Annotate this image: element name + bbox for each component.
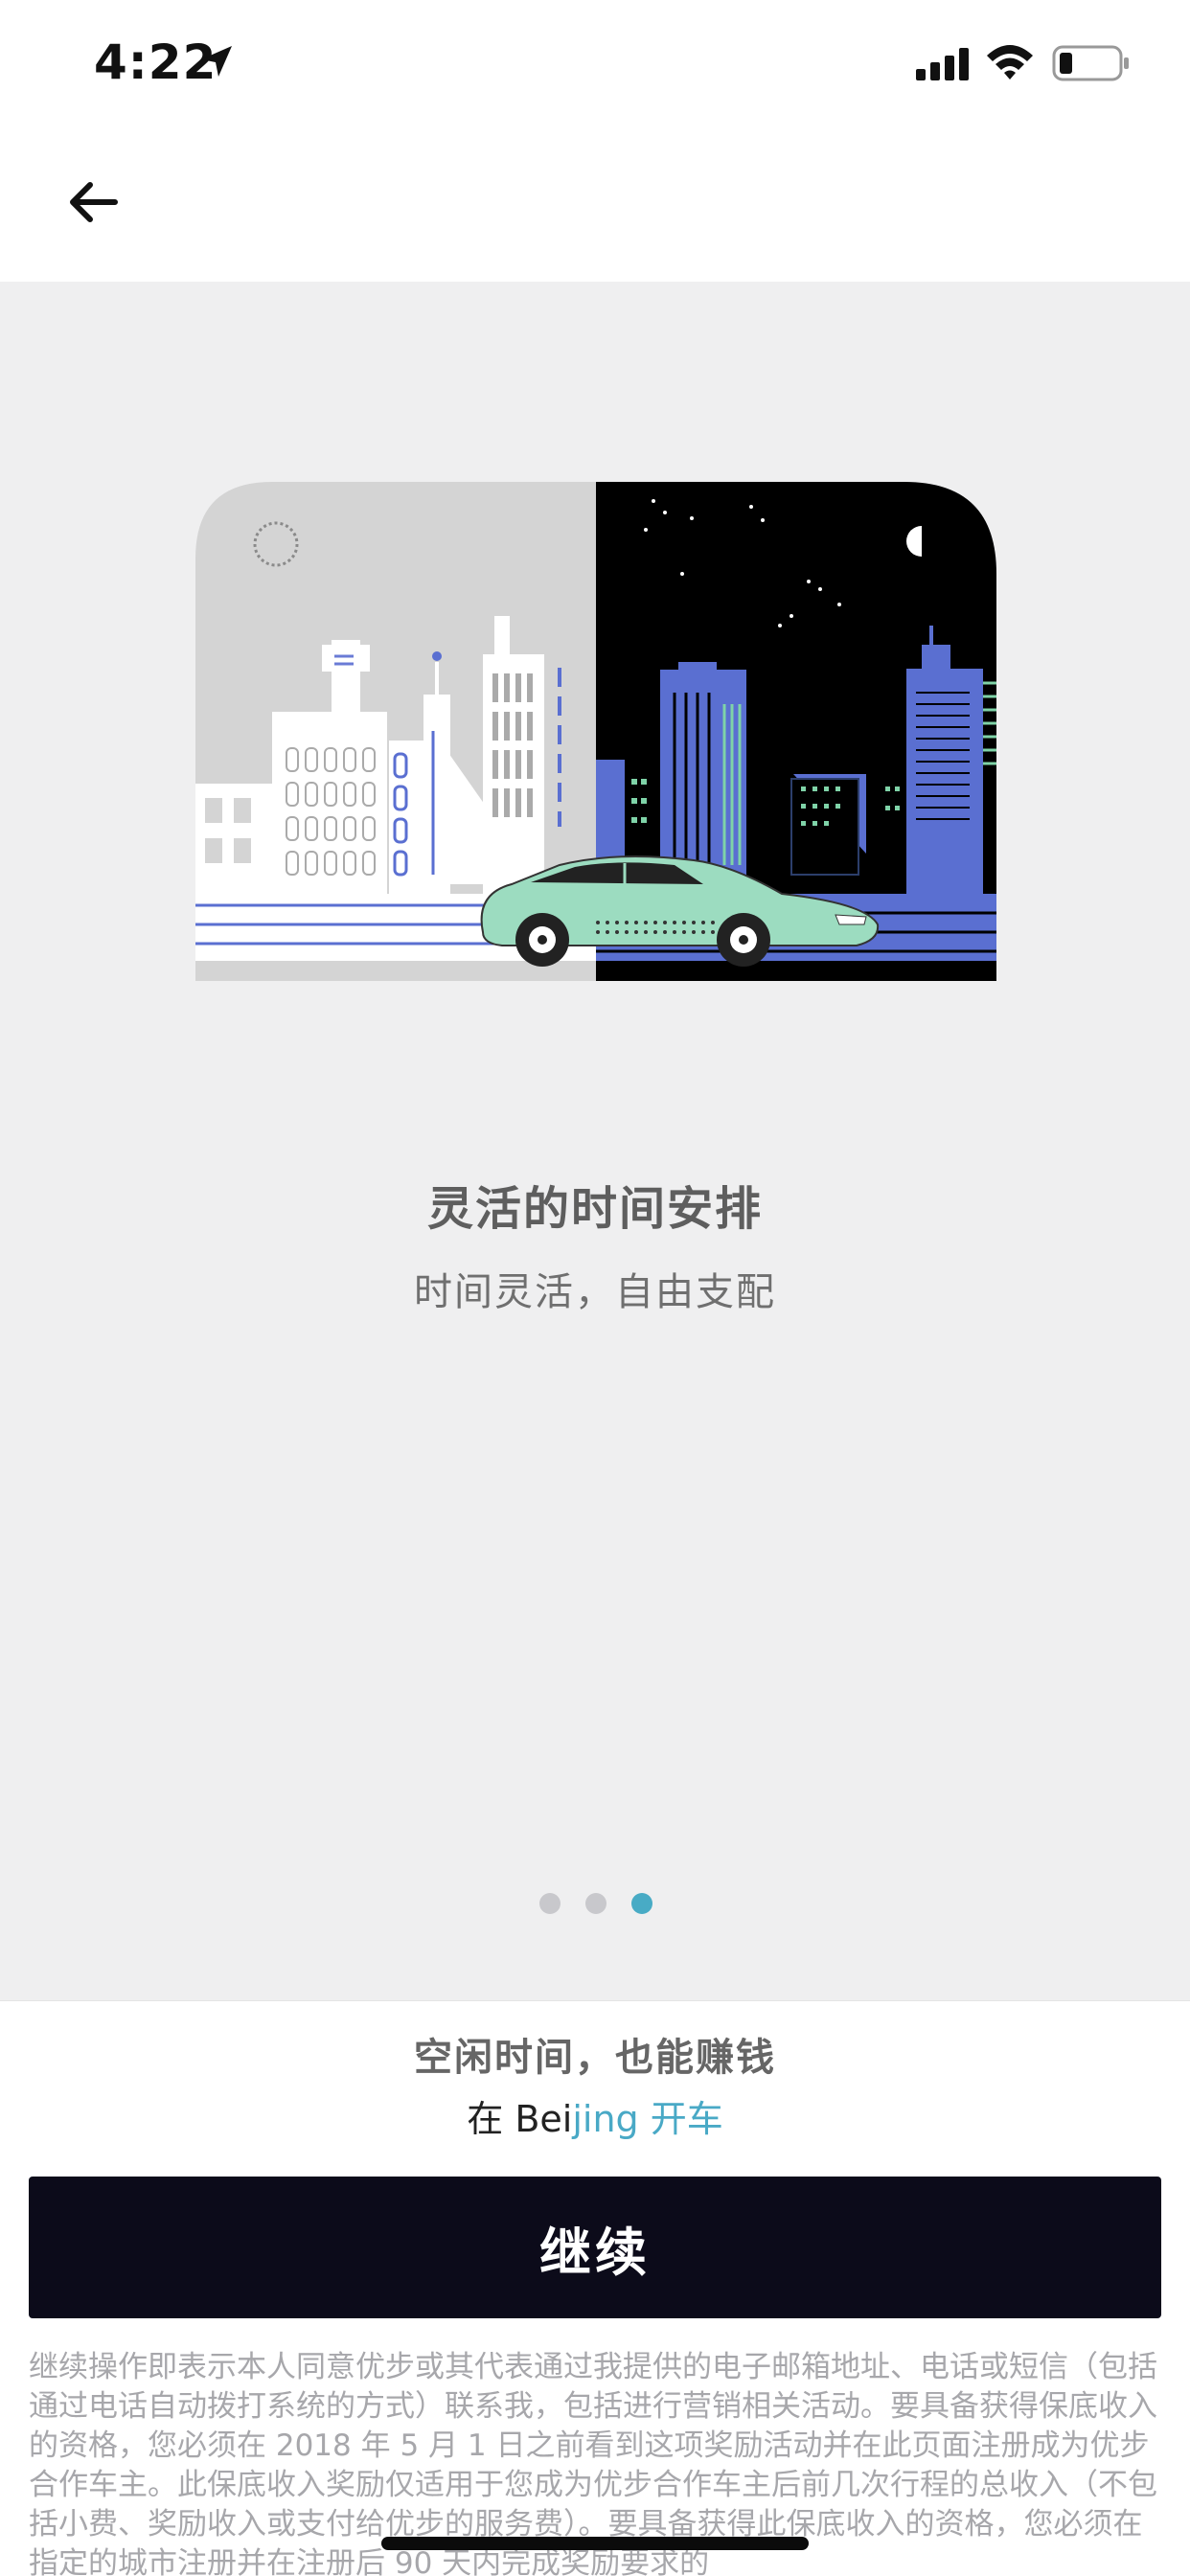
navigation-bar bbox=[0, 129, 1190, 282]
city-link[interactable]: jing 开车 bbox=[572, 2098, 722, 2140]
slide-title: 灵活的时间安排 bbox=[426, 1182, 763, 1236]
wifi-icon bbox=[987, 45, 1033, 80]
pagination-dot-2[interactable] bbox=[585, 1893, 606, 1914]
slide-subtitle: 时间灵活，自由支配 bbox=[414, 1270, 776, 1314]
bottom-panel: 空闲时间，也能赚钱 在 Beijing 开车 继续 继续操作即表示本人同意优步或… bbox=[0, 2000, 1190, 2576]
home-indicator[interactable] bbox=[381, 2537, 809, 2550]
status-bar: 4:22 bbox=[0, 0, 1190, 129]
city-day-night-car-illustration bbox=[195, 482, 996, 981]
promo-text: 空闲时间，也能赚钱 bbox=[414, 2036, 776, 2080]
back-arrow-icon[interactable] bbox=[57, 168, 126, 237]
pagination-dots bbox=[0, 1893, 1190, 1916]
pagination-dot-3-active[interactable] bbox=[631, 1893, 652, 1914]
battery-low-icon bbox=[1052, 45, 1129, 81]
city-line: 在 Beijing 开车 bbox=[0, 2089, 1190, 2142]
pagination-dot-1[interactable] bbox=[539, 1893, 561, 1914]
city-prefix: 在 Bei bbox=[467, 2098, 573, 2140]
continue-button[interactable]: 继续 bbox=[29, 2177, 1161, 2318]
cellular-signal-icon bbox=[916, 48, 969, 80]
location-arrow-icon bbox=[201, 46, 232, 77]
